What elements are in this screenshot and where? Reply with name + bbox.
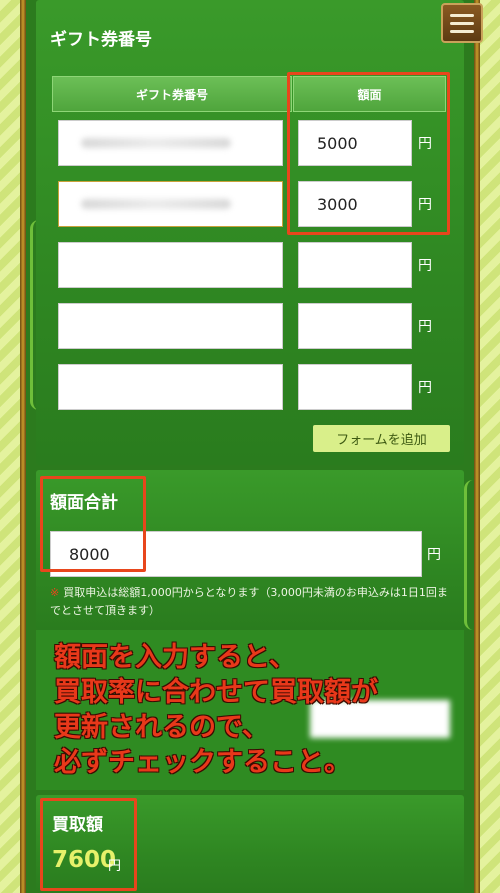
gift-code-column-header: ギフト券番号 <box>52 76 292 112</box>
yen-label-5: 円 <box>418 380 432 396</box>
minimum-amount-note: ※ 買取申込は総額1,000円からとなります（3,000円未満のお申込みは1日1回… <box>50 584 450 620</box>
hamburger-menu-icon[interactable] <box>441 3 483 43</box>
note-mark: ※ <box>50 586 60 599</box>
gift-section-title: ギフト券番号 <box>50 30 152 50</box>
amount-input-4[interactable] <box>298 303 412 349</box>
annotation-line-1: 額面を入力すると、 <box>54 642 296 673</box>
total-yen-label: 円 <box>427 547 441 563</box>
vine-decoration-right <box>464 480 482 630</box>
note-text: 買取申込は総額1,000円からとなります（3,000円未満のお申込みは1日1回ま… <box>50 586 448 617</box>
background-pattern-right <box>480 0 500 893</box>
add-form-button[interactable]: フォームを追加 <box>313 425 450 452</box>
blurred-code-1 <box>81 138 231 148</box>
annotation-line-2: 買取率に合わせて買取額が <box>54 677 378 708</box>
amount-highlight-box <box>287 72 450 235</box>
gift-code-input-1[interactable] <box>58 120 283 166</box>
amount-input-3[interactable] <box>298 242 412 288</box>
gift-code-input-2[interactable] <box>58 181 283 227</box>
gift-code-input-3[interactable] <box>58 242 283 288</box>
gift-code-input-4[interactable] <box>58 303 283 349</box>
background-pattern-left <box>0 0 20 893</box>
annotation-line-3: 更新されるので、 <box>54 712 269 743</box>
total-highlight-box <box>40 476 146 572</box>
gift-code-input-5[interactable] <box>58 364 283 410</box>
yen-label-3: 円 <box>418 258 432 274</box>
gold-border-right <box>474 0 480 893</box>
amount-input-5[interactable] <box>298 364 412 410</box>
annotation-text: 額面を入力すると、 買取率に合わせて買取額が 更新されるので、 必ずチェックする… <box>54 640 378 780</box>
purchase-highlight-box <box>40 798 137 891</box>
annotation-line-4: 必ずチェックすること。 <box>54 747 351 778</box>
blurred-code-2 <box>81 199 231 209</box>
yen-label-4: 円 <box>418 319 432 335</box>
